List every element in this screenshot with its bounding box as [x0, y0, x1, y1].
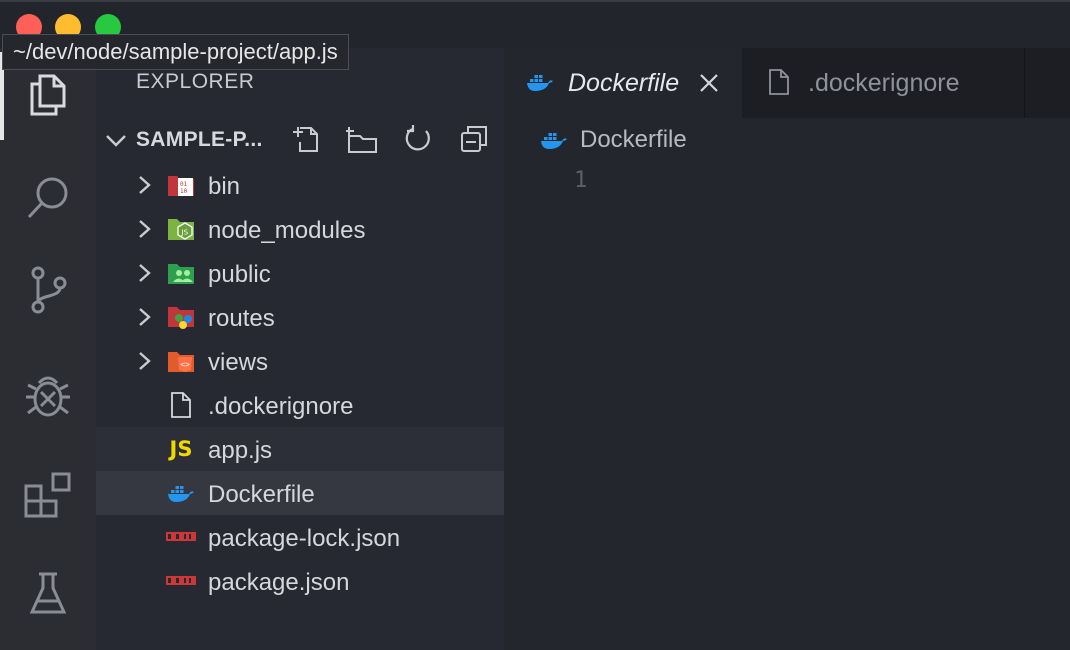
npm-icon: [166, 568, 196, 594]
folder-bin-icon: 01 10: [166, 172, 196, 198]
tree-item-bin[interactable]: 01 10 bin: [96, 163, 504, 207]
tree-item-label: node_modules: [208, 217, 366, 244]
svg-text:10: 10: [180, 188, 188, 195]
tree-item-views[interactable]: <> views: [96, 339, 504, 383]
line-number: 1: [574, 168, 588, 193]
svg-text:01: 01: [180, 181, 188, 188]
tree-item-label: package-lock.json: [208, 525, 401, 552]
chevron-right-icon[interactable]: [134, 351, 154, 376]
npm-icon: [166, 524, 196, 550]
svg-text:<>: <>: [180, 360, 190, 369]
breadcrumb-label: Dockerfile: [580, 126, 687, 153]
tree-item-package-json[interactable]: package.json: [96, 559, 504, 603]
window-edge: [0, 0, 1070, 2]
tab-label: Dockerfile: [568, 69, 680, 97]
activity-testing[interactable]: [0, 552, 96, 640]
folder-public-icon: [166, 260, 196, 286]
close-icon[interactable]: [698, 72, 720, 99]
tab-bar: Dockerfile .dockerignore: [504, 48, 1070, 118]
tree-item-package-lock-json[interactable]: package-lock.json: [96, 515, 504, 559]
activity-extensions[interactable]: [0, 454, 96, 542]
chevron-down-icon[interactable]: [104, 128, 128, 157]
editor-area: Dockerfile .dockerignore Dockerfile 1: [504, 48, 1070, 650]
docker-icon: [540, 130, 568, 155]
search-icon: [24, 174, 72, 227]
tab-dockerfile[interactable]: Dockerfile: [504, 48, 742, 118]
activity-source-control[interactable]: [0, 248, 96, 336]
refresh-icon: [403, 124, 433, 159]
activity-debug[interactable]: [0, 354, 96, 442]
tree-item-dockerfile[interactable]: Dockerfile: [96, 471, 504, 515]
tree-item-routes[interactable]: routes: [96, 295, 504, 339]
testing-icon: [28, 570, 68, 623]
explorer-title: EXPLORER: [136, 70, 255, 93]
collapse-all-icon: [459, 124, 489, 159]
files-icon: [26, 70, 70, 123]
workspace-section-header[interactable]: SAMPLE-P...: [96, 118, 504, 162]
tree-item-label: routes: [208, 305, 275, 332]
tab-dockerignore[interactable]: .dockerignore: [744, 48, 1025, 118]
extensions-icon: [23, 471, 73, 526]
tree-item-label: public: [208, 261, 271, 288]
chevron-right-icon[interactable]: [134, 219, 154, 244]
debug-icon: [23, 371, 73, 426]
tree-item-dockerignore[interactable]: .dockerignore: [96, 383, 504, 427]
docker-icon: [166, 480, 196, 506]
folder-views-icon: <>: [166, 348, 196, 374]
activity-search[interactable]: [0, 156, 96, 244]
new-file-icon: [291, 124, 321, 159]
javascript-icon: JS: [169, 437, 193, 461]
tree-item-public[interactable]: public: [96, 251, 504, 295]
explorer-sidebar: EXPLORER SAMPLE-P... 01 10 bin JS node_m…: [96, 48, 504, 650]
tree-item-app-js[interactable]: JS app.js: [96, 427, 504, 471]
chevron-right-icon[interactable]: [134, 175, 154, 200]
new-file-button[interactable]: [290, 126, 322, 156]
tree-item-label: package.json: [208, 569, 350, 596]
chevron-right-icon[interactable]: [134, 307, 154, 332]
workspace-name: SAMPLE-P...: [136, 128, 263, 151]
tab-label: .dockerignore: [808, 69, 960, 97]
folder-routes-icon: [166, 304, 196, 330]
chevron-right-icon[interactable]: [134, 263, 154, 288]
folder-node-icon: JS: [166, 216, 196, 242]
new-folder-icon: [345, 124, 378, 159]
docker-icon: [526, 72, 554, 97]
refresh-button[interactable]: [402, 124, 434, 159]
file-icon: [166, 392, 196, 418]
new-folder-button[interactable]: [345, 124, 378, 159]
path-tooltip: ~/dev/node/sample-project/app.js: [2, 34, 349, 70]
tree-item-label: .dockerignore: [208, 393, 354, 420]
svg-text:JS: JS: [181, 229, 189, 237]
tree-item-label: app.js: [208, 437, 273, 464]
tree-item-node-modules[interactable]: JS node_modules: [96, 207, 504, 251]
collapse-all-button[interactable]: [458, 124, 490, 159]
file-icon: [768, 68, 790, 101]
activity-bar: [0, 48, 96, 650]
tree-item-label: Dockerfile: [208, 481, 315, 508]
tree-item-label: views: [208, 349, 269, 376]
tree-item-label: bin: [208, 173, 241, 200]
source-control-icon: [26, 265, 70, 320]
